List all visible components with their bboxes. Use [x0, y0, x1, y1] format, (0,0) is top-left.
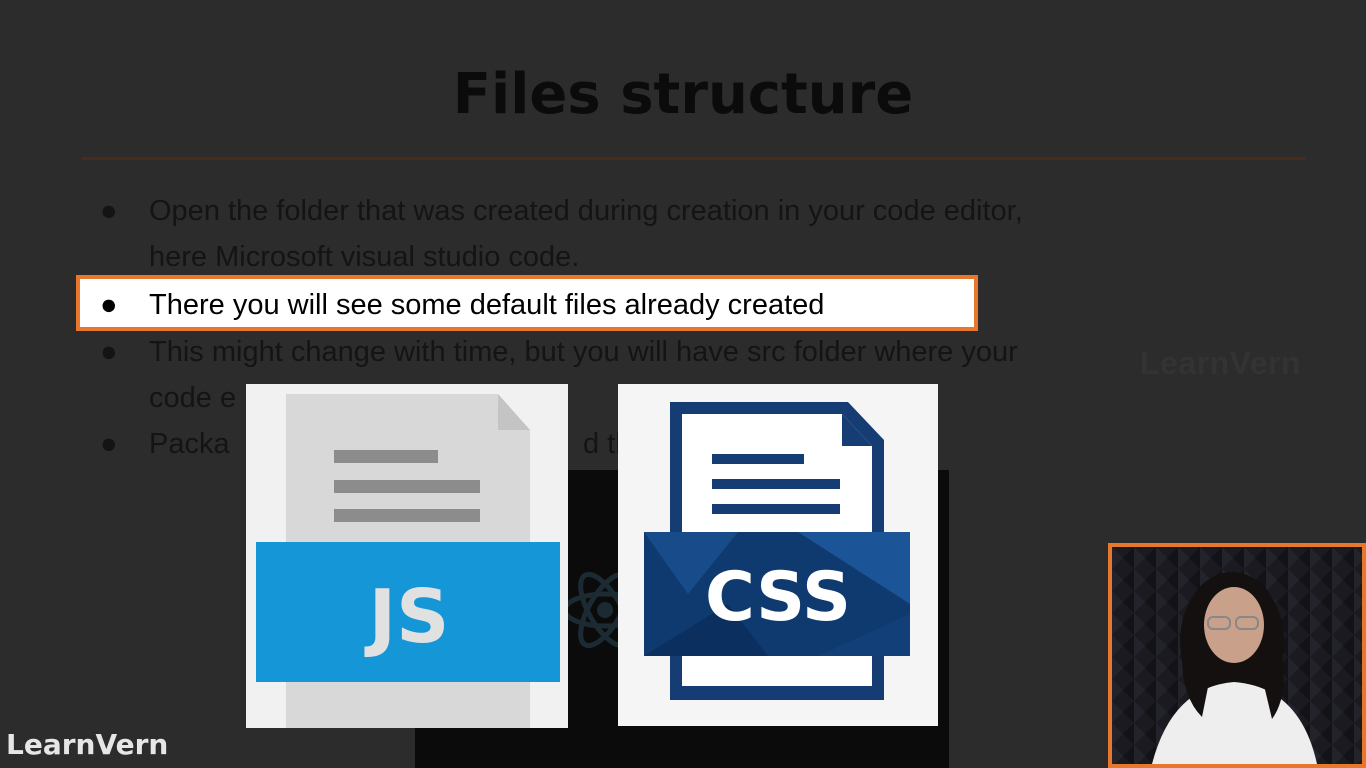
- bullet-dot: ●: [100, 336, 118, 368]
- learnvern-logo: LearnVern: [6, 728, 169, 761]
- css-file-icon: CSS: [644, 402, 910, 700]
- js-label: JS: [364, 574, 450, 660]
- bullet-1-line-2: here Microsoft visual studio code.: [149, 241, 580, 273]
- presenter-video: [1112, 547, 1362, 764]
- js-file-icon: JS: [256, 394, 560, 728]
- js-file-card: JS: [246, 384, 568, 728]
- css-label: CSS: [705, 558, 851, 637]
- title-divider: [82, 157, 1306, 160]
- highlighted-bullet: ● There you will see some default files …: [76, 275, 978, 331]
- bullet-3-line-2: code e: [149, 382, 237, 414]
- presenter-webcam: [1108, 543, 1366, 768]
- highlighted-bullet-text: There you will see some default files al…: [149, 289, 825, 321]
- slide-title: Files structure: [452, 62, 914, 127]
- bullet-3-line-1: This might change with time, but you wil…: [149, 336, 1018, 368]
- bullet-dot: ●: [100, 428, 118, 460]
- css-file-card: CSS: [618, 384, 938, 726]
- watermark: LearnVern: [1140, 345, 1302, 381]
- bullet-1-line-1: Open the folder that was created during …: [149, 195, 1023, 227]
- bullet-dot: ●: [100, 195, 118, 227]
- bullet-dot: ●: [100, 289, 118, 321]
- bullet-4-line-1: Packa: [149, 428, 230, 460]
